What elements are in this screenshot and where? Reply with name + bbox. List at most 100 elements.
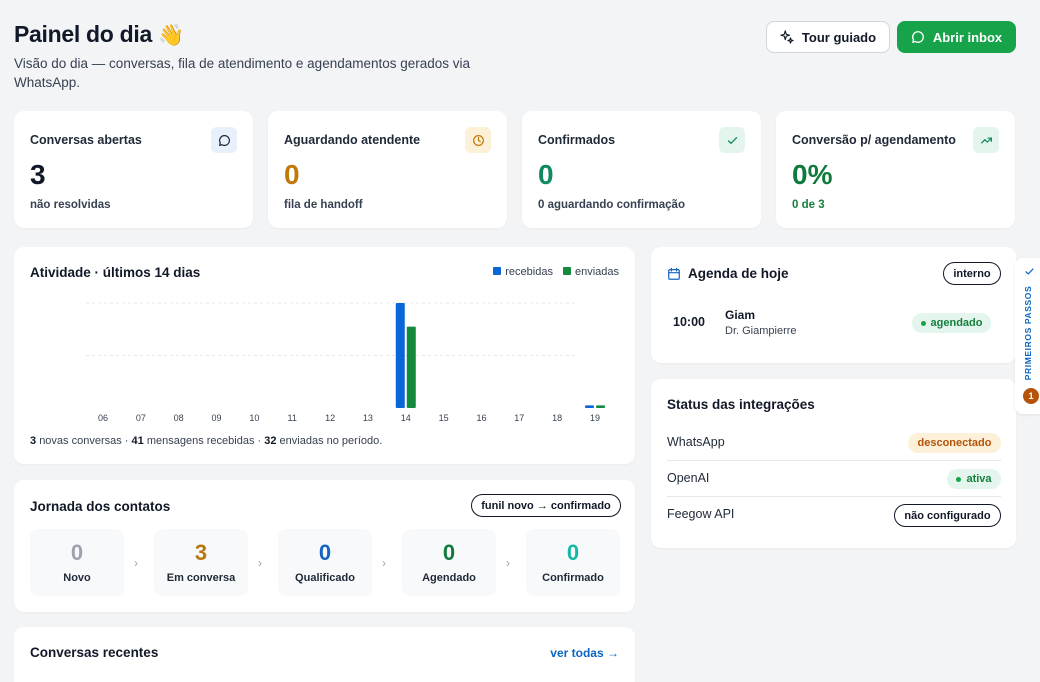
- integrations-card: Status das integrações WhatsApp desconec…: [651, 379, 1016, 548]
- recent-conversations-card: Conversas recentes ver todas →: [14, 627, 635, 682]
- status-dot: [920, 320, 926, 326]
- activity-bar-chart: 06 07 08 09 10 11 12 13 14 15 16 17 18 19: [86, 302, 605, 423]
- stage-label: Novo: [63, 572, 91, 584]
- recent-title: Conversas recentes: [30, 645, 159, 660]
- x-tick-label: 08: [174, 413, 184, 423]
- stage-label: Agendado: [422, 572, 476, 584]
- stage-em-conversa[interactable]: 3 Em conversa: [154, 529, 248, 596]
- stage-confirmado[interactable]: 0 Confirmado: [526, 529, 620, 596]
- x-tick-label: 12: [325, 413, 335, 423]
- primeiros-passos-tab[interactable]: PRIMEIROS PASSOS 1: [1015, 258, 1040, 414]
- abrir-inbox-button[interactable]: Abrir inbox: [897, 21, 1016, 53]
- page-header: Painel do dia 👋 Visão do dia — conversas…: [14, 18, 1016, 98]
- status-badge-label: agendado: [930, 317, 983, 329]
- check-icon: [1025, 268, 1034, 275]
- x-tick-label: 13: [363, 413, 373, 423]
- agenda-doctor: Dr. Giampierre: [725, 325, 797, 337]
- summary-new-count: 3: [30, 435, 37, 447]
- activity-card: Atividade · últimos 14 dias recebidas en…: [14, 247, 635, 464]
- stat-card-aguardando-atendente: Aguardando atendente 0 fila de handoff: [268, 111, 507, 228]
- summary-sent-text: enviadas no período.: [279, 435, 383, 447]
- status-badge: agendado: [912, 313, 991, 333]
- integration-status-badge: desconectado: [908, 433, 1001, 453]
- stage-value: 0: [70, 540, 84, 565]
- stage-value: 0: [566, 540, 580, 565]
- stat-value: 0%: [792, 159, 833, 190]
- stat-subtext: não resolvidas: [30, 199, 111, 211]
- stat-label: Aguardando atendente: [284, 133, 421, 147]
- stat-subtext: fila de handoff: [284, 199, 363, 211]
- chat-bubble-icon: [211, 127, 237, 153]
- message-circle-icon: [911, 31, 924, 43]
- stat-label: Conversas abertas: [30, 133, 142, 147]
- page-subtitle: Visão do dia — conversas, fila de atendi…: [14, 56, 471, 90]
- activity-summary: 3 novas conversas · 41 mensagens recebid…: [30, 435, 382, 447]
- stage-qualificado[interactable]: 0 Qualificado: [278, 529, 372, 596]
- x-tick-label: 17: [514, 413, 524, 423]
- x-tick-label: 14: [401, 413, 411, 423]
- stat-value: 0: [284, 159, 300, 190]
- chevron-right-icon: ›: [134, 556, 138, 570]
- tour-guiado-button[interactable]: Tour guiado: [766, 21, 890, 53]
- x-tick-label: 07: [136, 413, 146, 423]
- integration-status-badge[interactable]: não configurado: [894, 504, 1001, 527]
- stage-label: Qualificado: [295, 572, 355, 584]
- sparkle-icon: [780, 30, 794, 44]
- integration-name: Feegow API: [667, 507, 735, 521]
- agenda-filter-pill[interactable]: interno: [943, 262, 1001, 285]
- abrir-inbox-label: Abrir inbox: [932, 29, 1003, 45]
- agenda-card: Agenda de hoje interno 10:00 Giam Dr. Gi…: [651, 247, 1016, 363]
- integration-row-whatsapp: WhatsApp desconectado: [667, 425, 1001, 461]
- summary-sent-count: 32: [264, 435, 277, 447]
- stage-label: Confirmado: [542, 572, 604, 584]
- chevron-right-icon: ›: [258, 556, 262, 570]
- integration-name: OpenAI: [667, 471, 710, 485]
- x-tick-label: 10: [249, 413, 259, 423]
- stat-subtext: 0 aguardando confirmação: [538, 199, 685, 211]
- bar-enviadas-19[interactable]: [596, 405, 605, 408]
- stat-value: 0: [538, 159, 554, 190]
- x-tick-label: 18: [552, 413, 562, 423]
- clock-icon: [465, 127, 491, 153]
- stage-value: 3: [194, 540, 208, 565]
- page-title: Painel do dia 👋: [14, 21, 184, 48]
- journey-card: Jornada dos contatos funil novo → confir…: [14, 480, 635, 612]
- integration-name: WhatsApp: [667, 435, 725, 449]
- agenda-time: 10:00: [673, 315, 705, 329]
- stage-novo[interactable]: 0 Novo: [30, 529, 124, 596]
- summary-received-text: mensagens recebidas ·: [146, 435, 262, 447]
- x-tick-label: 09: [212, 413, 222, 423]
- stage-value: 0: [318, 540, 332, 565]
- funnel-pill: funil novo → confirmado: [471, 494, 621, 517]
- stat-subtext: 0 de 3: [792, 199, 825, 211]
- stat-card-conversao: Conversão p/ agendamento 0% 0 de 3: [776, 111, 1015, 228]
- bar-recebidas-19[interactable]: [585, 405, 594, 408]
- calendar-icon: [668, 267, 680, 280]
- waving-hand-icon: 👋: [158, 24, 184, 47]
- summary-new-text: novas conversas ·: [39, 435, 129, 447]
- x-tick-label: 15: [439, 413, 449, 423]
- stage-label: Em conversa: [166, 572, 236, 584]
- x-tick-label: 11: [288, 413, 297, 423]
- stat-value: 3: [30, 159, 46, 190]
- x-tick-label: 19: [590, 413, 600, 423]
- ver-todas-link[interactable]: ver todas →: [550, 646, 619, 660]
- stat-label: Conversão p/ agendamento: [792, 133, 956, 147]
- agenda-item[interactable]: 10:00 Giam Dr. Giampierre agendado: [667, 306, 1001, 346]
- stat-card-conversas-abertas: Conversas abertas 3 não resolvidas: [14, 111, 253, 228]
- page-title-text: Painel do dia: [14, 21, 152, 47]
- bar-recebidas-14[interactable]: [395, 303, 405, 408]
- x-tick-label: 16: [476, 413, 486, 423]
- agenda-title: Agenda de hoje: [688, 266, 789, 281]
- trending-up-icon: [973, 127, 999, 153]
- stat-card-confirmados: Confirmados 0 0 aguardando confirmação: [522, 111, 761, 228]
- tour-guiado-label: Tour guiado: [801, 29, 877, 45]
- primeiros-passos-count-badge: 1: [1023, 388, 1039, 404]
- stat-label: Confirmados: [538, 133, 616, 147]
- integration-row-feegow: Feegow API não configurado: [667, 497, 1001, 533]
- stage-agendado[interactable]: 0 Agendado: [402, 529, 496, 596]
- bar-enviadas-14[interactable]: [406, 326, 416, 408]
- summary-received-count: 41: [131, 435, 144, 447]
- integration-status-label: ativa: [966, 473, 992, 485]
- check-icon: [719, 127, 745, 153]
